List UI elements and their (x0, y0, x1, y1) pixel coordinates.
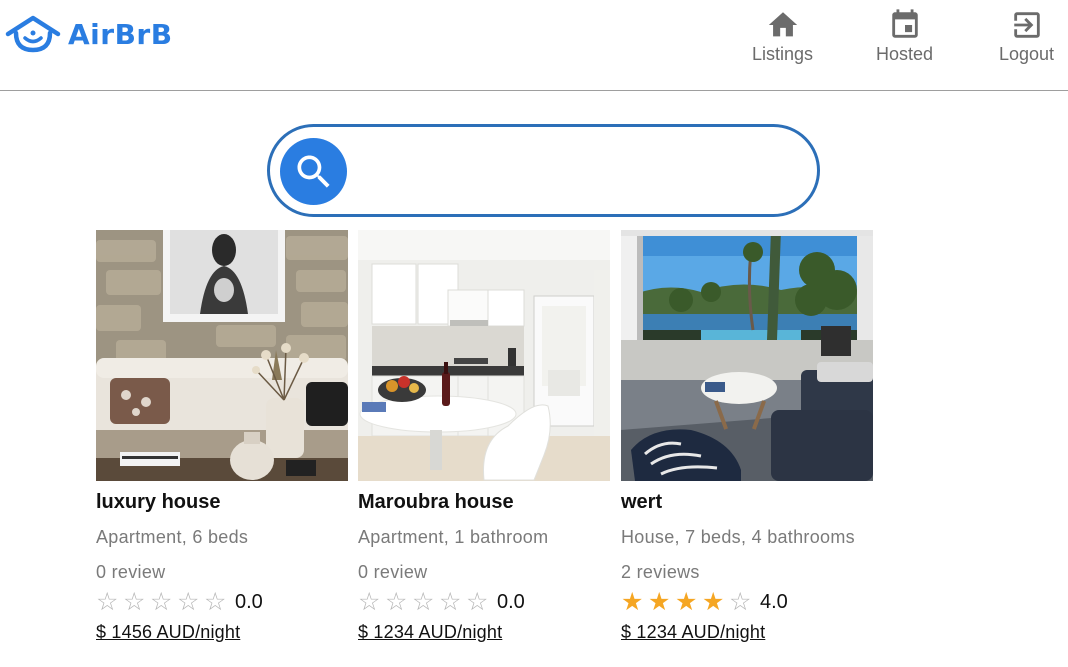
star-filled-icon: ★ (702, 587, 725, 616)
review-count: 2 reviews (621, 562, 700, 582)
review-count: 0 review (358, 562, 428, 582)
star-filled-icon: ★ (675, 587, 698, 616)
search-bar (267, 124, 820, 217)
star-empty-icon: ☆ (177, 587, 200, 616)
listing-thumbnail[interactable] (96, 230, 348, 481)
search-icon (297, 155, 330, 188)
star-empty-icon: ☆ (729, 587, 752, 616)
star-empty-icon: ☆ (150, 587, 173, 616)
listing-thumbnail[interactable] (621, 230, 873, 481)
listing-card[interactable]: wert House, 7 beds, 4 bathrooms 2 review… (621, 230, 873, 643)
nav-hosted[interactable]: Hosted (876, 8, 933, 65)
listing-thumbnail[interactable] (358, 230, 610, 481)
star-rating: ★ ★ ★ ★ ☆ 4.0 (621, 587, 873, 616)
nav-logout[interactable]: Logout (999, 8, 1054, 65)
search-button[interactable] (280, 138, 347, 205)
listing-type: House, 7 beds, 4 bathrooms (621, 527, 855, 547)
home-icon (768, 12, 797, 37)
search-input[interactable] (360, 147, 800, 195)
listing-type: Apartment, 6 beds (96, 527, 249, 547)
rating-value: 0.0 (497, 590, 525, 613)
price-link[interactable]: $ 1456 AUD/night (96, 622, 240, 643)
brand-logo[interactable]: AirBrB (4, 14, 173, 54)
price-link[interactable]: $ 1234 AUD/night (358, 622, 502, 643)
star-empty-icon: ☆ (96, 587, 119, 616)
listing-card[interactable]: luxury house Apartment, 6 beds 0 review … (96, 230, 348, 643)
star-empty-icon: ☆ (439, 587, 462, 616)
nav-listings-label: Listings (752, 44, 814, 64)
nav-hosted-label: Hosted (876, 44, 934, 64)
logout-icon (1013, 12, 1040, 38)
calendar-icon (891, 9, 918, 38)
star-empty-icon: ☆ (358, 587, 381, 616)
nav-listings[interactable]: Listings (752, 8, 813, 65)
star-empty-icon: ☆ (412, 587, 435, 616)
header: AirBrB Listings Hosted Logout (0, 0, 1068, 91)
living-room-photo (96, 230, 348, 481)
listing-title: Maroubra house (358, 491, 514, 513)
listing-card[interactable]: Maroubra house Apartment, 1 bathroom 0 r… (358, 230, 610, 643)
brand-name: AirBrB (68, 17, 173, 51)
pool-view-photo (621, 230, 873, 481)
listing-title: luxury house (96, 491, 221, 513)
house-logo-icon (5, 15, 61, 53)
star-empty-icon: ☆ (204, 587, 227, 616)
rating-value: 4.0 (760, 590, 788, 613)
star-rating: ☆ ☆ ☆ ☆ ☆ 0.0 (358, 587, 610, 616)
star-empty-icon: ☆ (466, 587, 489, 616)
nav-logout-label: Logout (999, 44, 1055, 64)
star-rating: ☆ ☆ ☆ ☆ ☆ 0.0 (96, 587, 348, 616)
star-empty-icon: ☆ (385, 587, 408, 616)
price-link[interactable]: $ 1234 AUD/night (621, 622, 765, 643)
star-filled-icon: ★ (621, 587, 644, 616)
kitchen-photo (358, 230, 610, 481)
listing-title: wert (621, 491, 663, 513)
rating-value: 0.0 (235, 590, 263, 613)
star-filled-icon: ★ (648, 587, 671, 616)
star-empty-icon: ☆ (123, 587, 146, 616)
listing-type: Apartment, 1 bathroom (358, 527, 549, 547)
review-count: 0 review (96, 562, 166, 582)
